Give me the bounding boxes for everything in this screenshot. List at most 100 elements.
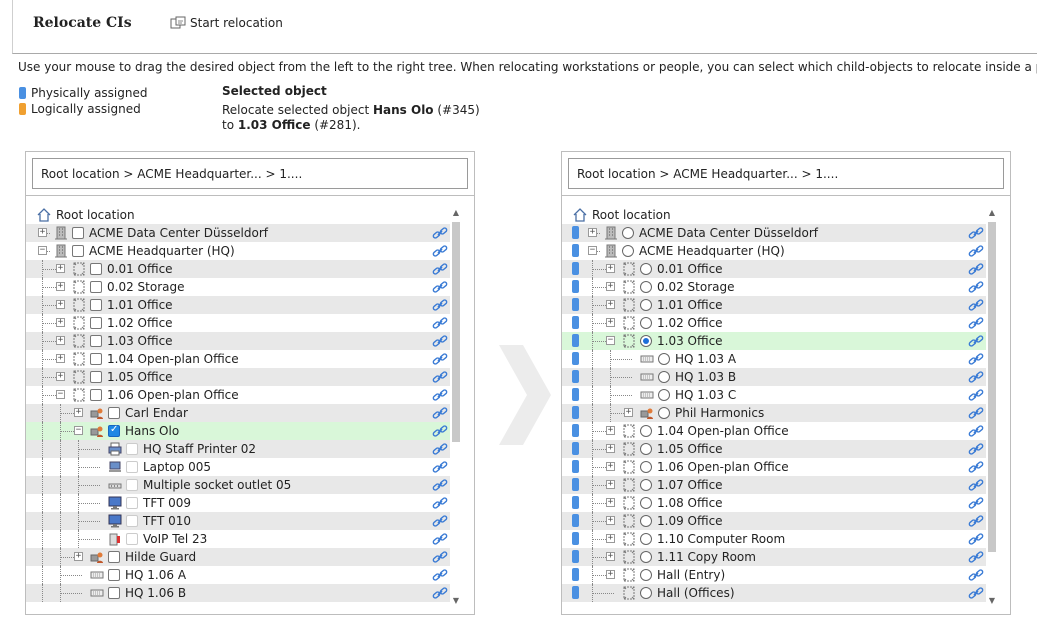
scroll-down-icon[interactable]: ▼ bbox=[450, 596, 462, 606]
tree-node[interactable]: HQ 1.03 A bbox=[562, 350, 986, 368]
link-icon[interactable] bbox=[968, 298, 984, 312]
tree-node[interactable]: Hall (Offices) bbox=[562, 584, 986, 602]
tree-node[interactable]: +0.01 Office bbox=[26, 260, 450, 278]
link-icon[interactable] bbox=[432, 442, 448, 456]
tree-node[interactable]: +1.10 Computer Room bbox=[562, 530, 986, 548]
expand-icon[interactable]: + bbox=[606, 426, 615, 435]
link-icon[interactable] bbox=[432, 424, 448, 438]
expand-icon[interactable]: + bbox=[56, 336, 65, 345]
source-tree-scrollbar[interactable]: ▲ ▼ bbox=[450, 208, 462, 606]
link-icon[interactable] bbox=[968, 424, 984, 438]
tree-node[interactable]: +0.02 Storage bbox=[26, 278, 450, 296]
tree-node[interactable]: +0.01 Office bbox=[562, 260, 986, 278]
target-radio[interactable] bbox=[640, 299, 652, 311]
expand-icon[interactable]: + bbox=[588, 228, 597, 237]
link-icon[interactable] bbox=[968, 316, 984, 330]
link-icon[interactable] bbox=[432, 334, 448, 348]
tree-node[interactable]: HQ 1.03 C bbox=[562, 386, 986, 404]
scroll-up-icon[interactable]: ▲ bbox=[986, 208, 998, 218]
link-icon[interactable] bbox=[432, 550, 448, 564]
scroll-down-icon[interactable]: ▼ bbox=[986, 596, 998, 606]
link-icon[interactable] bbox=[432, 478, 448, 492]
expand-icon[interactable]: + bbox=[606, 498, 615, 507]
tree-node[interactable]: +1.02 Office bbox=[562, 314, 986, 332]
link-icon[interactable] bbox=[968, 352, 984, 366]
link-icon[interactable] bbox=[432, 388, 448, 402]
link-icon[interactable] bbox=[432, 352, 448, 366]
target-root-node[interactable]: Root location bbox=[573, 206, 671, 224]
select-checkbox[interactable] bbox=[72, 245, 84, 257]
link-icon[interactable] bbox=[968, 514, 984, 528]
expand-icon[interactable]: + bbox=[74, 408, 83, 417]
target-radio[interactable] bbox=[640, 263, 652, 275]
collapse-icon[interactable]: − bbox=[588, 246, 597, 255]
tree-node[interactable]: +1.05 Office bbox=[562, 440, 986, 458]
collapse-icon[interactable]: − bbox=[38, 246, 47, 255]
target-tree-scrollbar[interactable]: ▲ ▼ bbox=[986, 208, 998, 606]
tree-node[interactable]: TFT 009 bbox=[26, 494, 450, 512]
scrollbar-thumb[interactable] bbox=[988, 222, 996, 552]
expand-icon[interactable]: + bbox=[606, 300, 615, 309]
link-icon[interactable] bbox=[968, 478, 984, 492]
select-checkbox[interactable] bbox=[90, 317, 102, 329]
target-radio[interactable] bbox=[640, 569, 652, 581]
target-radio[interactable] bbox=[640, 461, 652, 473]
expand-icon[interactable]: + bbox=[606, 570, 615, 579]
select-checkbox[interactable] bbox=[90, 263, 102, 275]
select-checkbox[interactable] bbox=[108, 407, 120, 419]
target-radio[interactable] bbox=[622, 245, 634, 257]
select-checkbox[interactable] bbox=[126, 479, 138, 491]
tree-node[interactable]: +1.03 Office bbox=[26, 332, 450, 350]
link-icon[interactable] bbox=[432, 226, 448, 240]
target-tree[interactable]: Root location + ACME Data Center Düsseldo… bbox=[562, 195, 1010, 614]
link-icon[interactable] bbox=[968, 586, 984, 600]
tree-node[interactable]: + Phil Harmonics bbox=[562, 404, 986, 422]
link-icon[interactable] bbox=[432, 514, 448, 528]
tree-node[interactable]: HQ 1.03 B bbox=[562, 368, 986, 386]
target-radio[interactable] bbox=[658, 371, 670, 383]
target-radio[interactable] bbox=[640, 317, 652, 329]
expand-icon[interactable]: + bbox=[606, 480, 615, 489]
tree-node[interactable]: +1.07 Office bbox=[562, 476, 986, 494]
expand-icon[interactable]: + bbox=[56, 354, 65, 363]
link-icon[interactable] bbox=[968, 550, 984, 564]
tree-node[interactable]: +1.01 Office bbox=[562, 296, 986, 314]
select-checkbox[interactable] bbox=[126, 443, 138, 455]
link-icon[interactable] bbox=[432, 496, 448, 510]
tree-node[interactable]: + ACME Data Center Düsseldorf bbox=[26, 224, 450, 242]
tree-node[interactable]: HQ 1.06 B bbox=[26, 584, 450, 602]
tree-node[interactable]: +1.09 Office bbox=[562, 512, 986, 530]
target-radio[interactable] bbox=[640, 335, 652, 347]
tree-node[interactable]: HQ 1.06 A bbox=[26, 566, 450, 584]
link-icon[interactable] bbox=[968, 262, 984, 276]
tree-node[interactable]: + Carl Endar bbox=[26, 404, 450, 422]
link-icon[interactable] bbox=[432, 244, 448, 258]
tree-node[interactable]: − ACME Headquarter (HQ) bbox=[562, 242, 986, 260]
collapse-icon[interactable]: − bbox=[606, 336, 615, 345]
link-icon[interactable] bbox=[432, 262, 448, 276]
start-relocation-button[interactable]: Start relocation bbox=[170, 16, 283, 30]
tree-node[interactable]: + Hilde Guard bbox=[26, 548, 450, 566]
scrollbar-thumb[interactable] bbox=[452, 222, 460, 442]
target-breadcrumb[interactable]: Root location > ACME Headquarter... > 1.… bbox=[568, 158, 1004, 189]
target-radio[interactable] bbox=[640, 479, 652, 491]
tree-node[interactable]: +1.04 Open-plan Office bbox=[562, 422, 986, 440]
expand-icon[interactable]: + bbox=[606, 462, 615, 471]
target-radio[interactable] bbox=[658, 407, 670, 419]
link-icon[interactable] bbox=[968, 244, 984, 258]
target-radio[interactable] bbox=[640, 425, 652, 437]
select-checkbox[interactable] bbox=[72, 227, 84, 239]
expand-icon[interactable]: + bbox=[606, 264, 615, 273]
link-icon[interactable] bbox=[968, 280, 984, 294]
target-radio[interactable] bbox=[640, 497, 652, 509]
select-checkbox[interactable] bbox=[126, 497, 138, 509]
select-checkbox[interactable] bbox=[126, 461, 138, 473]
expand-icon[interactable]: + bbox=[38, 228, 47, 237]
expand-icon[interactable]: + bbox=[56, 372, 65, 381]
select-checkbox[interactable] bbox=[108, 587, 120, 599]
tree-node[interactable]: +1.01 Office bbox=[26, 296, 450, 314]
target-radio[interactable] bbox=[640, 281, 652, 293]
expand-icon[interactable]: + bbox=[624, 408, 633, 417]
link-icon[interactable] bbox=[968, 532, 984, 546]
tree-node[interactable]: − 1.03 Office bbox=[562, 332, 986, 350]
